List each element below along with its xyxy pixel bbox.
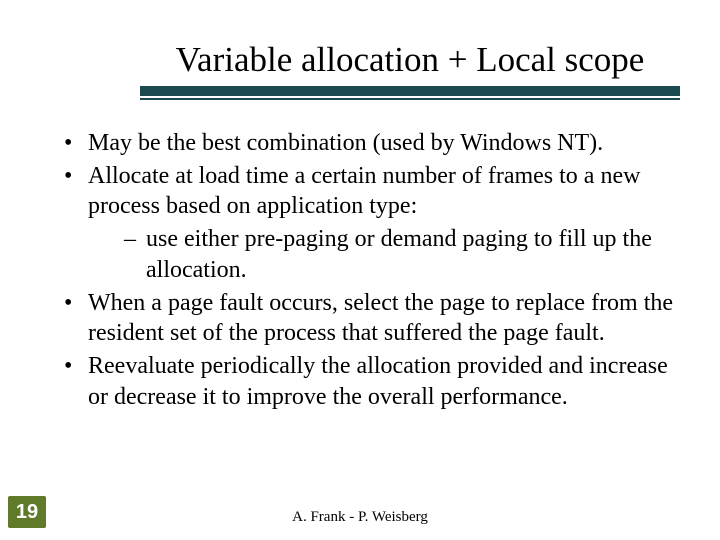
bullet-list: May be the best combination (used by Win…: [60, 128, 690, 412]
body: May be the best combination (used by Win…: [60, 128, 690, 412]
list-item: Allocate at load time a certain number o…: [60, 161, 690, 286]
bullet-text: Allocate at load time a certain number o…: [88, 163, 640, 220]
bullet-text: Reevaluate periodically the allocation p…: [88, 353, 668, 410]
sub-list: use either pre-paging or demand paging t…: [88, 224, 690, 285]
slide: Variable allocation + Local scope May be…: [0, 0, 720, 540]
bullet-text: use either pre-paging or demand paging t…: [146, 226, 652, 283]
list-item: Reevaluate periodically the allocation p…: [60, 351, 690, 412]
list-item: use either pre-paging or demand paging t…: [124, 224, 690, 285]
list-item: May be the best combination (used by Win…: [60, 128, 690, 159]
slide-title: Variable allocation + Local scope: [140, 40, 680, 86]
list-item: When a page fault occurs, select the pag…: [60, 288, 690, 349]
footer-text: A. Frank - P. Weisberg: [0, 509, 720, 526]
bullet-text: When a page fault occurs, select the pag…: [88, 290, 673, 347]
title-underline: [140, 86, 680, 100]
title-block: Variable allocation + Local scope: [140, 40, 680, 100]
bullet-text: May be the best combination (used by Win…: [88, 130, 603, 156]
